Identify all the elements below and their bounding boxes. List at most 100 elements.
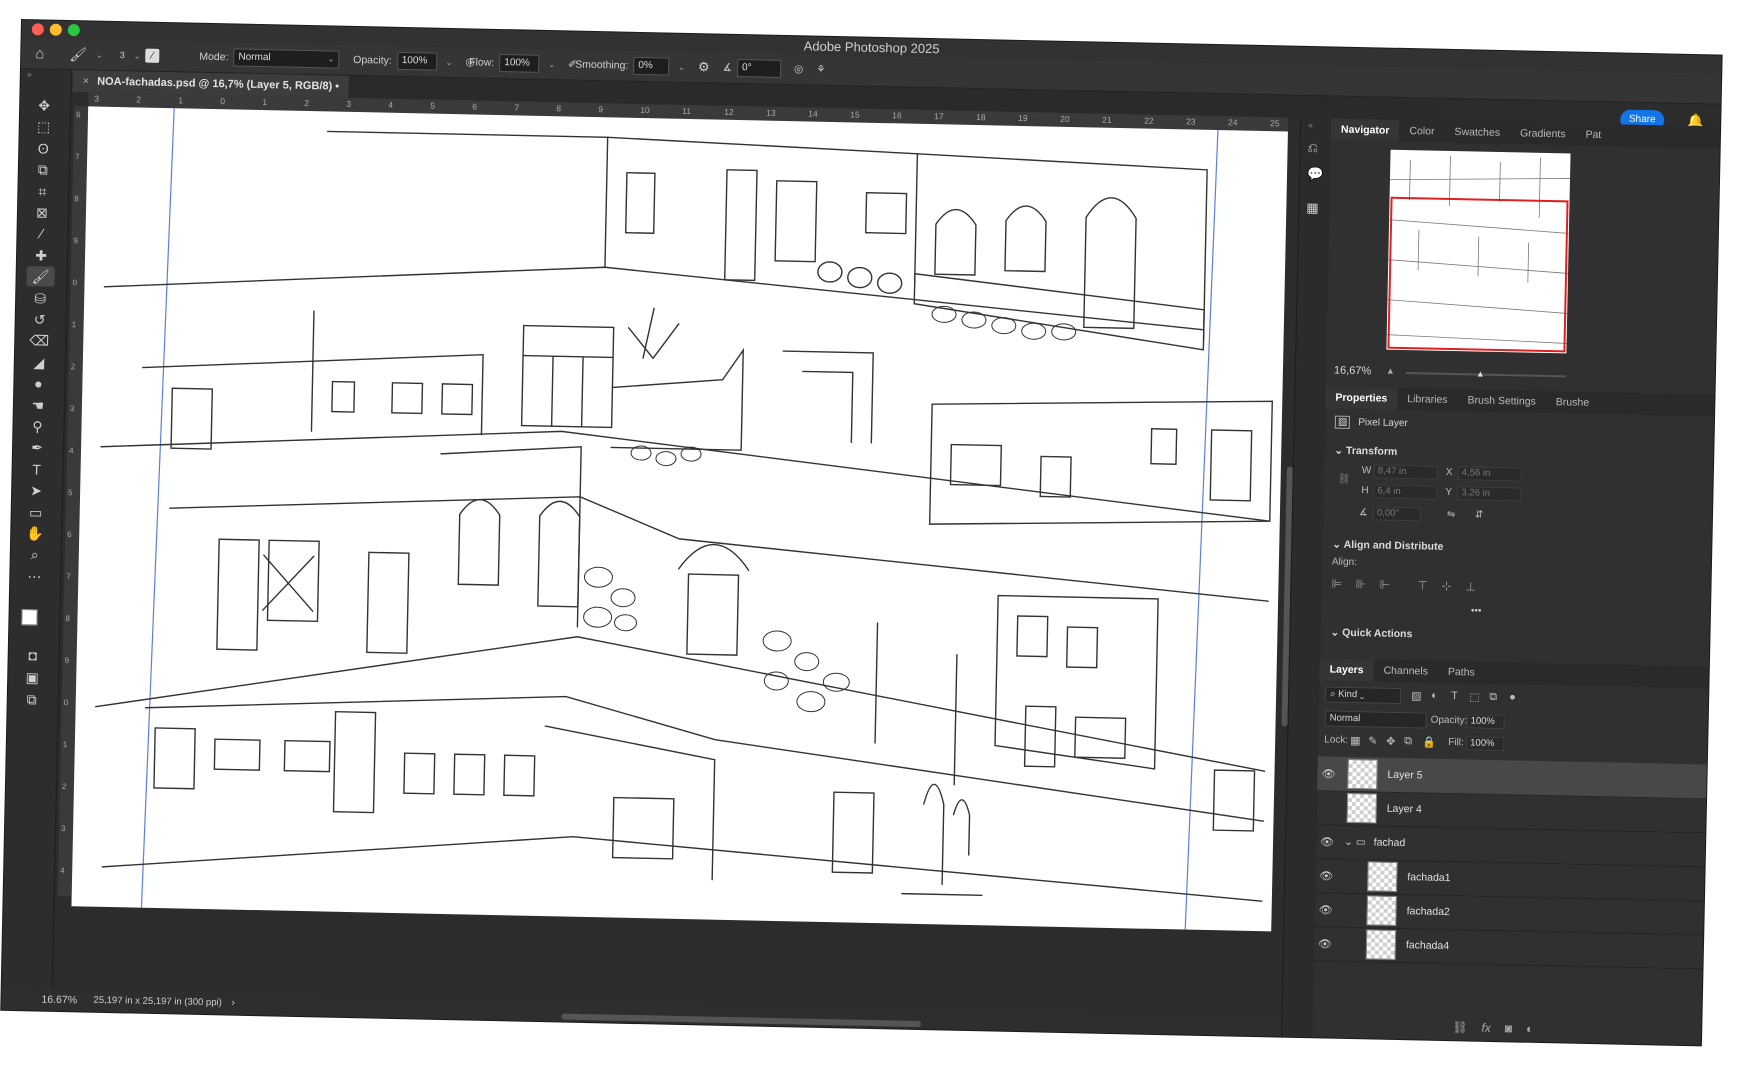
object-select-tool-icon[interactable]: ⧉ [29,159,57,180]
zoom-slider-handle[interactable]: ▲ [1476,369,1485,379]
navigator-zoom-value[interactable]: 16,67% [1334,365,1372,378]
expand-panels-icon[interactable]: « [1308,120,1313,130]
blur-tool-icon[interactable]: ● [24,373,52,394]
close-tab-icon[interactable]: × [83,75,90,87]
foreground-color-swatch[interactable] [21,609,38,626]
quick-actions-section[interactable]: ⌄ Quick Actions [1330,627,1412,641]
tab-swatches[interactable]: Swatches [1444,121,1510,144]
filter-shape-icon[interactable]: ⬚ [1469,690,1480,703]
filter-type-icon[interactable]: T [1451,690,1458,702]
status-menu-arrow[interactable]: › [231,997,235,1009]
pressure-size-icon[interactable]: ◎ [794,63,803,75]
new-adjustment-icon[interactable]: ◐ [1526,1022,1534,1036]
frame-extras-icon[interactable]: ⧉ [18,689,46,710]
filter-toggle-icon[interactable]: ● [1509,691,1516,703]
tab-channels[interactable]: Channels [1373,659,1438,682]
flip-horizontal-icon[interactable]: ⇋ [1447,509,1456,520]
rectangle-tool-icon[interactable]: ▭ [21,502,49,523]
layer-kind-filter[interactable]: ⌕ Kind ⌄ [1324,686,1402,705]
flow-chevron-icon[interactable]: ⌄ [548,60,555,69]
align-middle-v-icon[interactable]: ⊹ [1441,579,1451,593]
collapse-toolbar-icon[interactable]: » [27,69,32,79]
dodge-tool-icon[interactable]: ⚲ [23,416,51,437]
move-tool-icon[interactable]: ✥ [30,95,58,116]
path-select-tool-icon[interactable]: ➤ [22,480,50,501]
align-right-icon[interactable]: ⊩ [1379,578,1390,592]
symmetry-icon[interactable]: ⚘ [816,64,826,76]
lock-all-icon[interactable]: 🔒 [1422,735,1436,748]
align-bottom-icon[interactable]: ⊥ [1465,579,1476,593]
y-input[interactable]: 3,26 in [1457,486,1522,502]
smoothing-chevron-icon[interactable]: ⌄ [678,62,685,71]
spot-heal-tool-icon[interactable]: ✚ [27,245,55,266]
paint-bucket-tool-icon[interactable]: ◢ [25,352,53,373]
stamp-tool-icon[interactable]: ⛁ [26,288,54,309]
navigator-preview[interactable] [1386,149,1571,354]
smoothing-gear-icon[interactable]: ⚙ [698,59,710,75]
quick-mask-icon[interactable]: ◘ [18,645,46,666]
crop-tool-icon[interactable]: ⌗ [28,181,56,202]
smoothing-input[interactable]: 0% [633,56,670,76]
visibility-eye-icon[interactable]: 👁 [1315,903,1337,916]
folder-icon[interactable]: ⌄ ▭ [1344,836,1366,848]
lasso-tool-icon[interactable]: ʘ [29,138,57,159]
layer-style-icon[interactable]: fx [1481,1021,1491,1035]
flow-input[interactable]: 100% [499,54,540,73]
angle-input[interactable]: 0,00° [1372,506,1422,522]
link-dimensions-icon[interactable]: ⛓ [1338,474,1351,485]
opacity-chevron-icon[interactable]: ⌄ [446,57,453,66]
zoom-tool-icon[interactable]: ⌕ [21,544,49,565]
tab-properties[interactable]: Properties [1325,386,1398,410]
eyedropper-tool-icon[interactable]: ⁄ [27,224,55,245]
layer-row[interactable]: 👁 fachada4 [1313,926,1704,970]
lock-artboard-icon[interactable]: ⧉ [1404,735,1412,748]
tab-layers[interactable]: Layers [1319,658,1374,682]
lock-position-icon[interactable]: ✥ [1386,735,1395,748]
visibility-eye-icon[interactable]: 👁 [1317,767,1339,780]
align-top-icon[interactable]: ⊤ [1417,578,1428,592]
filter-smart-object-icon[interactable]: ⧉ [1489,691,1497,704]
filter-pixel-icon[interactable]: ▨ [1411,689,1422,702]
smudge-tool-icon[interactable]: ☚ [24,395,52,416]
lock-pixels-icon[interactable]: ✎ [1368,734,1377,747]
add-mask-icon[interactable]: ◙ [1505,1021,1513,1035]
h-input[interactable]: 6,4 in [1373,484,1438,500]
zoom-out-icon[interactable]: ▲ [1386,366,1395,376]
transform-section[interactable]: ⌄ Transform [1334,445,1397,458]
link-layers-icon[interactable]: ⛓ [1452,1020,1468,1034]
align-distribute-section[interactable]: ⌄ Align and Distribute [1332,539,1443,553]
home-button[interactable]: ⌂ [35,38,45,68]
brush-tool-icon[interactable]: 🖌 [26,266,55,287]
histogram-icon[interactable]: ▦ [1306,200,1319,216]
type-tool-icon[interactable]: T [22,459,50,480]
brush-preset-picker[interactable]: 🖌 ⌄ 3 ⌄ ⁄ [69,39,160,71]
history-icon[interactable]: ⎌ [1307,140,1318,156]
flip-vertical-icon[interactable]: ⇵ [1475,510,1484,521]
x-input[interactable]: 4,56 in [1457,466,1522,482]
more-align-options-icon[interactable]: ••• [1471,605,1482,616]
mode-select[interactable]: Normal ⌄ [233,48,340,69]
layer-opacity-input[interactable]: 100% [1466,714,1505,730]
history-brush-tool-icon[interactable]: ↺ [26,309,54,330]
horizontal-scrollbar[interactable] [561,1013,922,1028]
zoom-level[interactable]: 16.67% [41,994,77,1007]
tab-gradients[interactable]: Gradients [1510,122,1576,145]
document-canvas[interactable] [71,106,1288,932]
tab-libraries[interactable]: Libraries [1397,388,1458,411]
tab-brush-settings[interactable]: Brush Settings [1457,389,1546,413]
tab-patterns[interactable]: Pat [1575,124,1611,147]
w-input[interactable]: 8,47 in [1373,464,1438,480]
lock-transparency-icon[interactable]: ▦ [1350,734,1361,747]
marquee-tool-icon[interactable]: ⬚ [30,117,58,138]
more-tool-icon[interactable]: ⋯ [20,566,48,587]
angle-input[interactable]: 0° [736,58,782,78]
eraser-tool-icon[interactable]: ⌫ [25,331,53,352]
brush-settings-icon[interactable]: ⁄ [145,48,160,63]
visibility-eye-icon[interactable]: 👁 [1316,835,1338,848]
filter-adjustment-icon[interactable]: ◐ [1431,690,1438,702]
visibility-eye-icon[interactable]: 👁 [1314,937,1336,950]
tab-brushes[interactable]: Brushe [1546,391,1600,414]
frame-tool-icon[interactable]: ⊠ [28,202,56,223]
tab-navigator[interactable]: Navigator [1330,118,1400,142]
blend-mode-select[interactable]: Normal [1324,710,1427,729]
